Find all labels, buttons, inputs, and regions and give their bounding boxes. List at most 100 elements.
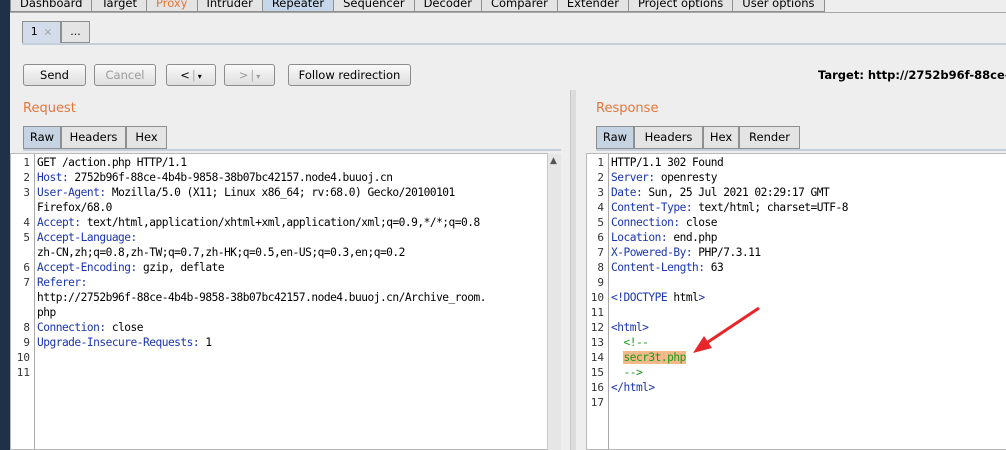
- request-editor[interactable]: 1 2 3 4 5 6 7 8 9 10 11 GET /action.php HTTP/1.1 Ho…: [10, 153, 548, 450]
- main-tab-proxy[interactable]: Proxy: [146, 0, 198, 12]
- forward-button[interactable]: > | ▾: [224, 64, 275, 86]
- request-tab-raw[interactable]: Raw: [23, 126, 61, 149]
- header-name: User-Agent:: [37, 186, 106, 199]
- line-number: 6: [597, 231, 604, 244]
- html-comment: <!--: [611, 336, 649, 349]
- header-name: Accept-Encoding:: [37, 261, 137, 274]
- header-value: text/html,application/xhtml+xml,applicat…: [80, 216, 480, 229]
- header-value: close: [679, 216, 718, 229]
- annotation-arrow-icon: [693, 306, 760, 353]
- chevron-left-icon: <: [180, 68, 190, 82]
- header-name: Upgrade-Insecure-Requests:: [37, 336, 200, 349]
- dropdown-arrow-icon[interactable]: ▾: [198, 72, 202, 81]
- header-value: Firefox/68.0: [37, 201, 112, 214]
- main-tab-extender[interactable]: Extender: [557, 0, 629, 12]
- request-line: Firefox/68.0: [37, 201, 112, 214]
- doctype-tag: <!DOCTYPE: [611, 291, 674, 304]
- line-number: 10: [590, 291, 604, 304]
- response-title: Response: [596, 101, 659, 116]
- request-scrollbar[interactable]: ▲: [547, 154, 561, 450]
- line-number: 1: [597, 156, 604, 169]
- main-tab-target[interactable]: Target: [92, 0, 147, 12]
- header-name: Host:: [37, 171, 69, 184]
- request-line: Accept-Language:: [37, 231, 137, 244]
- repeater-tab-1[interactable]: 1 ×: [22, 21, 61, 43]
- tab-separator: [10, 12, 1006, 13]
- cancel-button[interactable]: Cancel: [94, 64, 156, 86]
- secret-filename: secr3t.php: [623, 351, 686, 364]
- header-name: Content-Type:: [611, 201, 693, 214]
- request-tab-headers[interactable]: Headers: [61, 126, 126, 149]
- header-name: Server:: [611, 171, 655, 184]
- response-line: Server: openresty: [611, 171, 718, 184]
- main-tab-dashboard[interactable]: Dashboard: [10, 0, 93, 12]
- response-line-gutter: 1 2 3 4 5 6 7 8 9 10 11 12 13 14 15 16 17: [587, 154, 609, 449]
- target-label[interactable]: Target: http://2752b96f-88ce-4b4: [818, 68, 1006, 82]
- response-tab-raw[interactable]: Raw: [596, 126, 634, 149]
- request-line: php: [37, 306, 56, 319]
- desktop-edge: [0, 0, 10, 450]
- response-line: X-Powered-By: PHP/7.3.11: [611, 246, 761, 259]
- line-number: 12: [590, 321, 604, 334]
- response-tab-hex[interactable]: Hex: [703, 126, 739, 149]
- header-value: Mozilla/5.0 (X11; Linux x86_64; rv:68.0)…: [105, 186, 455, 199]
- main-tab-project-options[interactable]: Project options: [628, 0, 734, 12]
- header-name: Connection:: [611, 216, 680, 229]
- main-tab-user-options[interactable]: User options: [733, 0, 825, 12]
- request-line: http://2752b96f-88ce-4b4b-9858-38b07bc42…: [37, 291, 486, 304]
- header-value: text/html; charset=UTF-8: [692, 201, 848, 214]
- request-title: Request: [23, 101, 76, 116]
- request-line: Referer:: [37, 276, 87, 289]
- response-line: Connection: close: [611, 216, 718, 229]
- main-tab-comparer[interactable]: Comparer: [481, 0, 558, 12]
- request-tab-hex[interactable]: Hex: [126, 126, 167, 149]
- response-editor[interactable]: 1 2 3 4 5 6 7 8 9 10 11 12 13 14 15 16 17 HTTP/1.1 302 F…: [586, 153, 1006, 450]
- html-tag: </html>: [611, 381, 655, 394]
- header-name: Connection:: [37, 321, 106, 334]
- request-line: Host: 2752b96f-88ce-4b4b-9858-38b07bc421…: [37, 171, 393, 184]
- sub-tab-underline: [22, 43, 1006, 45]
- main-tab-sequencer[interactable]: Sequencer: [334, 0, 415, 12]
- line-number: 9: [597, 276, 604, 289]
- repeater-tab-new[interactable]: ...: [61, 21, 90, 43]
- line-number: 2: [23, 171, 30, 184]
- back-button[interactable]: < | ▾: [166, 64, 216, 86]
- dropdown-arrow-icon[interactable]: ▾: [256, 72, 260, 81]
- line-number: 5: [23, 231, 30, 244]
- line-number: 3: [23, 186, 30, 199]
- response-tab-headers[interactable]: Headers: [634, 126, 703, 149]
- scroll-up-icon[interactable]: ▲: [550, 156, 557, 166]
- main-tab-intruder[interactable]: Intruder: [197, 0, 263, 12]
- follow-redirection-button[interactable]: Follow redirection: [288, 64, 411, 86]
- header-name: X-Powered-By:: [611, 246, 693, 259]
- header-name: Accept:: [37, 216, 81, 229]
- request-line: Accept-Encoding: gzip, deflate: [37, 261, 225, 274]
- header-value: openresty: [654, 171, 718, 184]
- response-line: HTTP/1.1 302 Found: [611, 156, 724, 169]
- html-comment: -->: [611, 366, 643, 379]
- response-tab-underline: [596, 149, 1006, 151]
- header-name: Date:: [611, 186, 643, 199]
- main-tab-decoder[interactable]: Decoder: [414, 0, 482, 12]
- request-line: GET /action.php HTTP/1.1: [37, 156, 187, 169]
- header-value: php: [37, 306, 56, 319]
- main-tab-repeater[interactable]: Repeater: [262, 0, 335, 12]
- header-value: zh-CN,zh;q=0.8,zh-TW;q=0.7,zh-HK;q=0.5,e…: [37, 246, 405, 259]
- html-tag: <html>: [611, 321, 649, 334]
- request-line: Accept: text/html,application/xhtml+xml,…: [37, 216, 480, 229]
- line-number: 8: [597, 261, 604, 274]
- header-value: 63: [704, 261, 724, 274]
- line-number: 2: [597, 171, 604, 184]
- line-number: 4: [597, 201, 604, 214]
- header-name: Accept-Language:: [37, 231, 137, 244]
- header-value: PHP/7.3.11: [692, 246, 761, 259]
- request-line: User-Agent: Mozilla/5.0 (X11; Linux x86_…: [37, 186, 455, 199]
- request-line: zh-CN,zh;q=0.8,zh-TW;q=0.7,zh-HK;q=0.5,e…: [37, 246, 405, 259]
- panel-splitter[interactable]: [570, 90, 576, 450]
- response-tab-render[interactable]: Render: [739, 126, 800, 149]
- close-icon[interactable]: ×: [44, 27, 52, 38]
- plain-text: HTTP/1.1 302 Found: [611, 156, 724, 169]
- line-number: 5: [597, 216, 604, 229]
- send-button[interactable]: Send: [23, 64, 86, 86]
